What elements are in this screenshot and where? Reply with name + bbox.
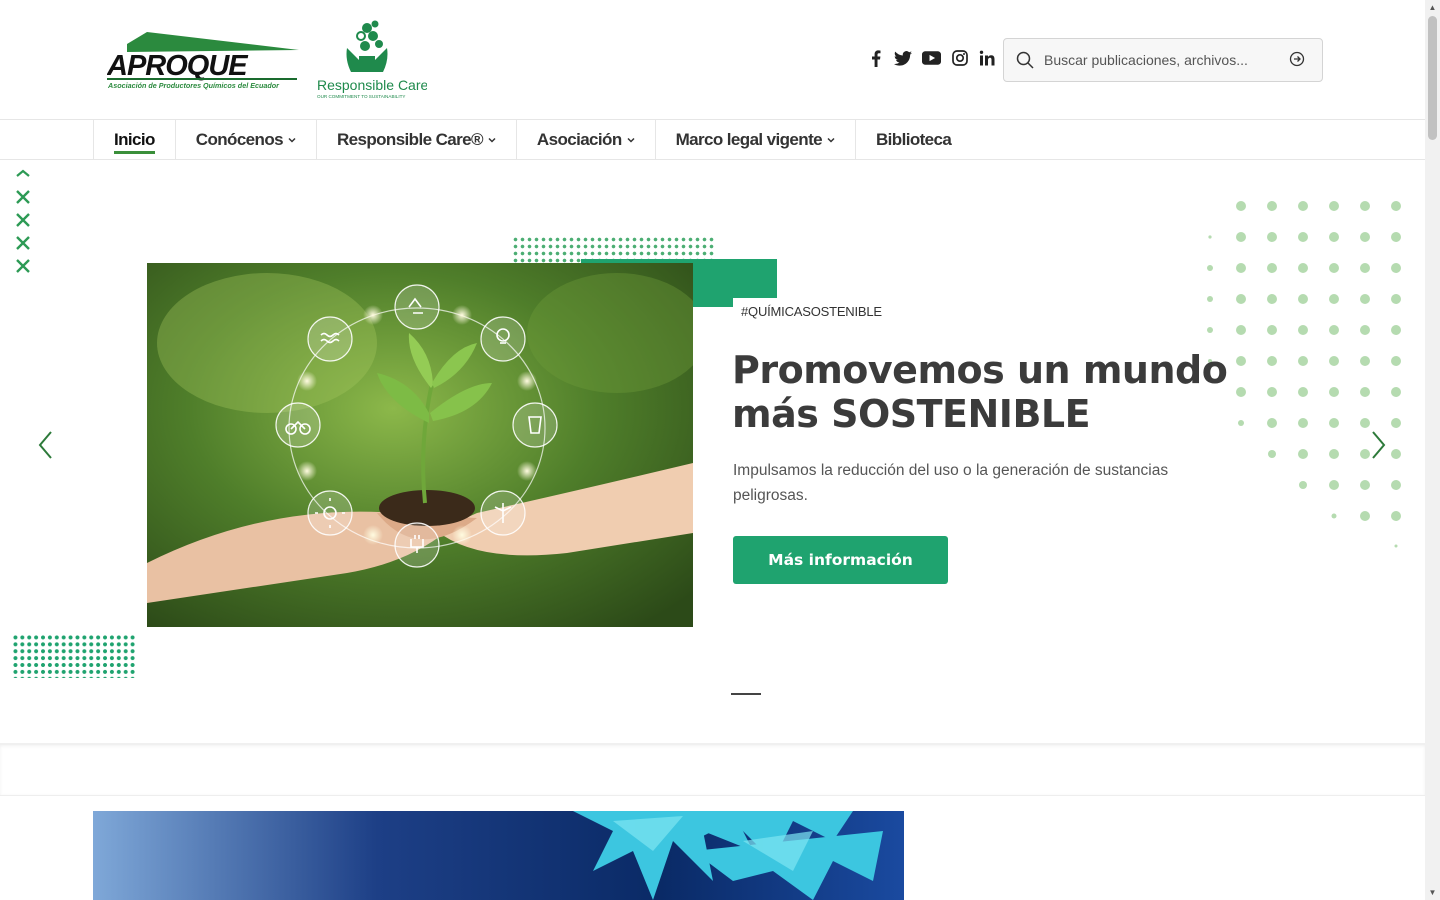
slider-pagination-indicator[interactable] xyxy=(731,693,761,695)
aproque-logo[interactable]: APROQUE Asociación de Productores Químic… xyxy=(106,30,299,92)
aproque-logo-subtitle: Asociación de Productores Químicos del E… xyxy=(107,81,280,90)
hero-image-hands-plant xyxy=(147,263,693,627)
nav-item-label: Biblioteca xyxy=(875,130,952,149)
nav-item-label: Inicio xyxy=(114,130,155,149)
search-icon xyxy=(1016,51,1034,74)
nav-item-label: Marco legal vigente xyxy=(675,130,823,149)
scroll-thumb[interactable] xyxy=(1428,16,1437,140)
social-links xyxy=(866,47,996,69)
section-divider-band xyxy=(0,744,1425,796)
nav-item-inicio[interactable]: Inicio xyxy=(93,120,175,160)
slider-prev-arrow-icon[interactable] xyxy=(36,430,56,460)
chevron-down-icon xyxy=(827,135,835,146)
chevron-down-icon xyxy=(488,135,496,146)
nav-item-marco-legal[interactable]: Marco legal vigente xyxy=(654,120,855,160)
decorative-cross-pattern xyxy=(14,168,32,278)
hero-description: Impulsamos la reducción del uso o la gen… xyxy=(733,462,1169,504)
more-info-button[interactable]: Más información xyxy=(733,536,948,584)
youtube-icon[interactable] xyxy=(920,47,942,69)
nav-item-label: Responsible Care® xyxy=(336,130,484,149)
search-submit-icon[interactable] xyxy=(1289,51,1305,72)
site-header: APROQUE Asociación de Productores Químic… xyxy=(0,0,1425,120)
decorative-dots-bottom xyxy=(12,634,136,678)
linkedin-icon[interactable] xyxy=(977,47,996,69)
search-box xyxy=(1003,38,1323,82)
facebook-icon[interactable] xyxy=(866,47,885,69)
main-navigation: Inicio Conócenos Responsible Care® Asoci… xyxy=(0,120,1425,160)
twitter-icon[interactable] xyxy=(893,47,912,69)
nav-item-label: Conócenos xyxy=(195,130,284,149)
responsible-care-logo[interactable]: Responsible Care OUR COMMITMENT TO SUSTA… xyxy=(315,20,428,100)
aproque-logo-text: APROQUE xyxy=(107,50,249,82)
slider-next-arrow-icon[interactable] xyxy=(1368,430,1388,460)
hero-title: Promovemos un mundo más SOSTENIBLE xyxy=(732,348,1228,436)
chevron-down-icon xyxy=(627,135,635,146)
nav-item-conocenos[interactable]: Conócenos xyxy=(174,120,316,160)
nav-item-responsible-care[interactable]: Responsible Care® xyxy=(315,120,516,160)
hero-slider: #QUÍMICASOSTENIBLE Promovemos un mundo m… xyxy=(0,160,1425,745)
page-scrollbar[interactable]: ▲ ▼ xyxy=(1425,0,1440,900)
nav-item-label: Asociación xyxy=(536,130,622,149)
instagram-icon[interactable] xyxy=(950,47,969,69)
hero-tag: #QUÍMICASOSTENIBLE xyxy=(733,298,890,323)
featured-image-blue-molecule xyxy=(93,811,904,900)
scroll-up-icon[interactable]: ▲ xyxy=(1425,0,1440,15)
responsible-care-tagline: OUR COMMITMENT TO SUSTAINABILITY xyxy=(317,94,405,99)
nav-item-biblioteca[interactable]: Biblioteca xyxy=(854,120,971,160)
chevron-down-icon xyxy=(288,135,296,146)
responsible-care-logo-text: Responsible Care xyxy=(317,77,427,93)
nav-item-asociacion[interactable]: Asociación xyxy=(515,120,655,160)
scroll-down-icon[interactable]: ▼ xyxy=(1425,885,1440,900)
search-input[interactable] xyxy=(1044,48,1284,72)
